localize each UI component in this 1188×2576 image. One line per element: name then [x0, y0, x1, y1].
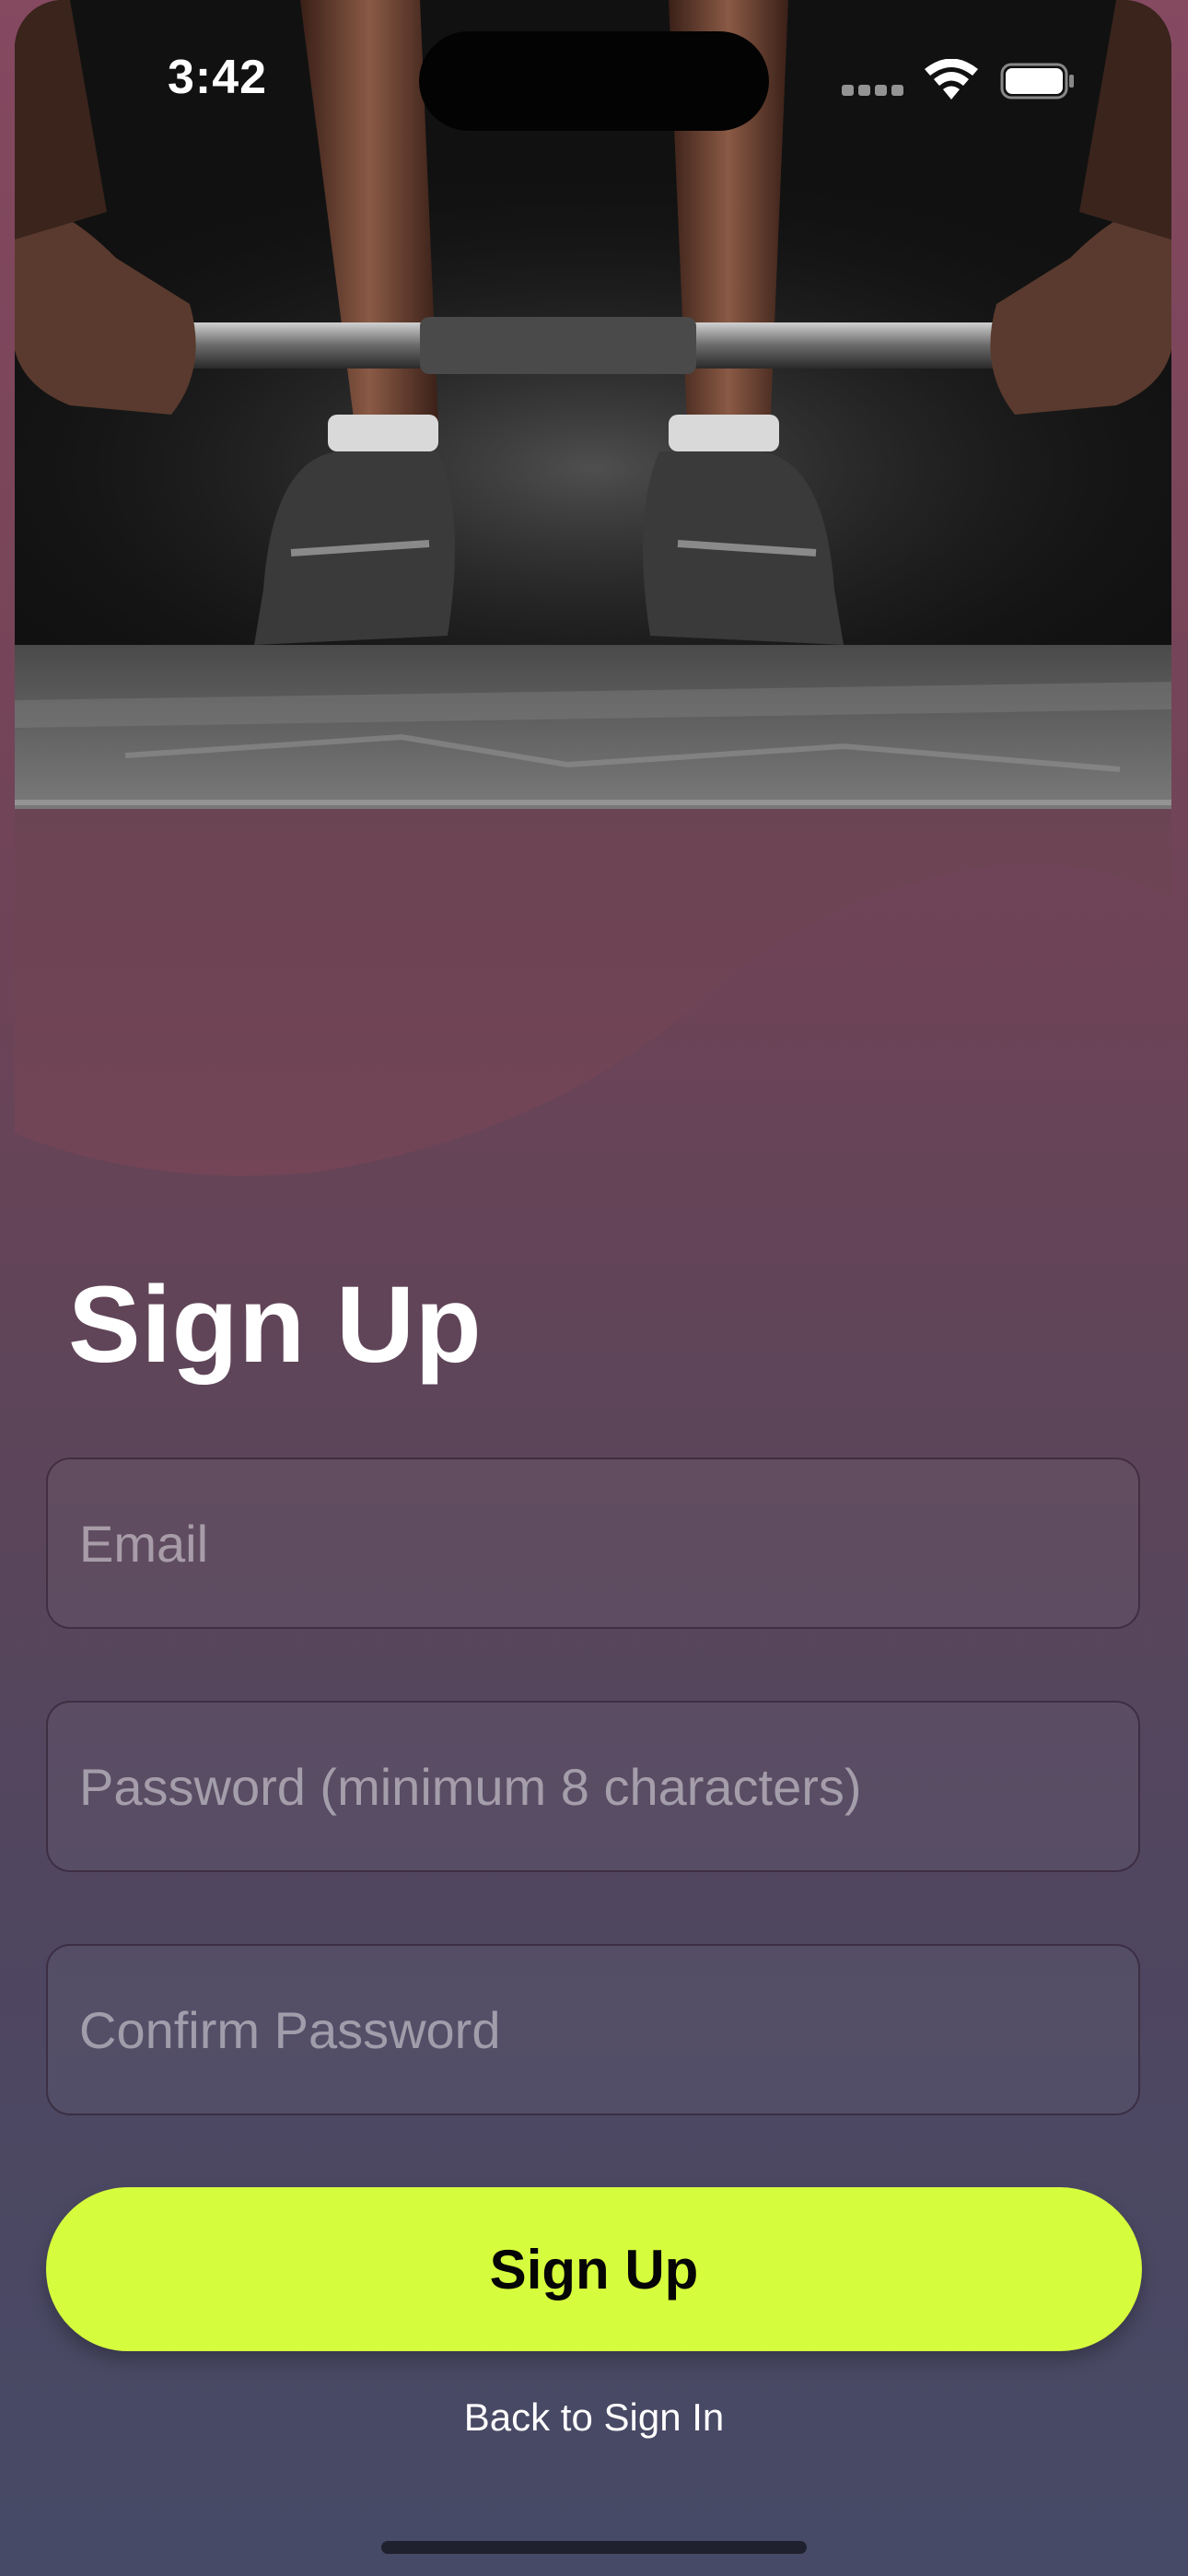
- password-input[interactable]: [48, 1703, 1138, 1870]
- back-to-sign-in-link[interactable]: Back to Sign In: [0, 2395, 1188, 2440]
- wifi-icon: [925, 59, 978, 100]
- password-field[interactable]: [46, 1701, 1140, 1872]
- page-title: Sign Up: [68, 1264, 483, 1386]
- dynamic-island: [419, 31, 769, 131]
- home-indicator[interactable]: [381, 2541, 807, 2554]
- hero-image: [15, 0, 1171, 1179]
- sign-up-screen: 3:42 Sign Up Sign Up Back to Sign In: [0, 0, 1188, 2576]
- cellular-signal-icon: [842, 85, 906, 98]
- weightlifting-photo: [15, 0, 1171, 1177]
- confirm-password-field[interactable]: [46, 1944, 1140, 2115]
- email-field[interactable]: [46, 1458, 1140, 1629]
- email-input[interactable]: [48, 1459, 1138, 1627]
- battery-icon: [1000, 63, 1074, 100]
- status-time: 3:42: [168, 51, 268, 104]
- sign-up-button[interactable]: Sign Up: [46, 2187, 1142, 2351]
- confirm-password-input[interactable]: [48, 1946, 1138, 2113]
